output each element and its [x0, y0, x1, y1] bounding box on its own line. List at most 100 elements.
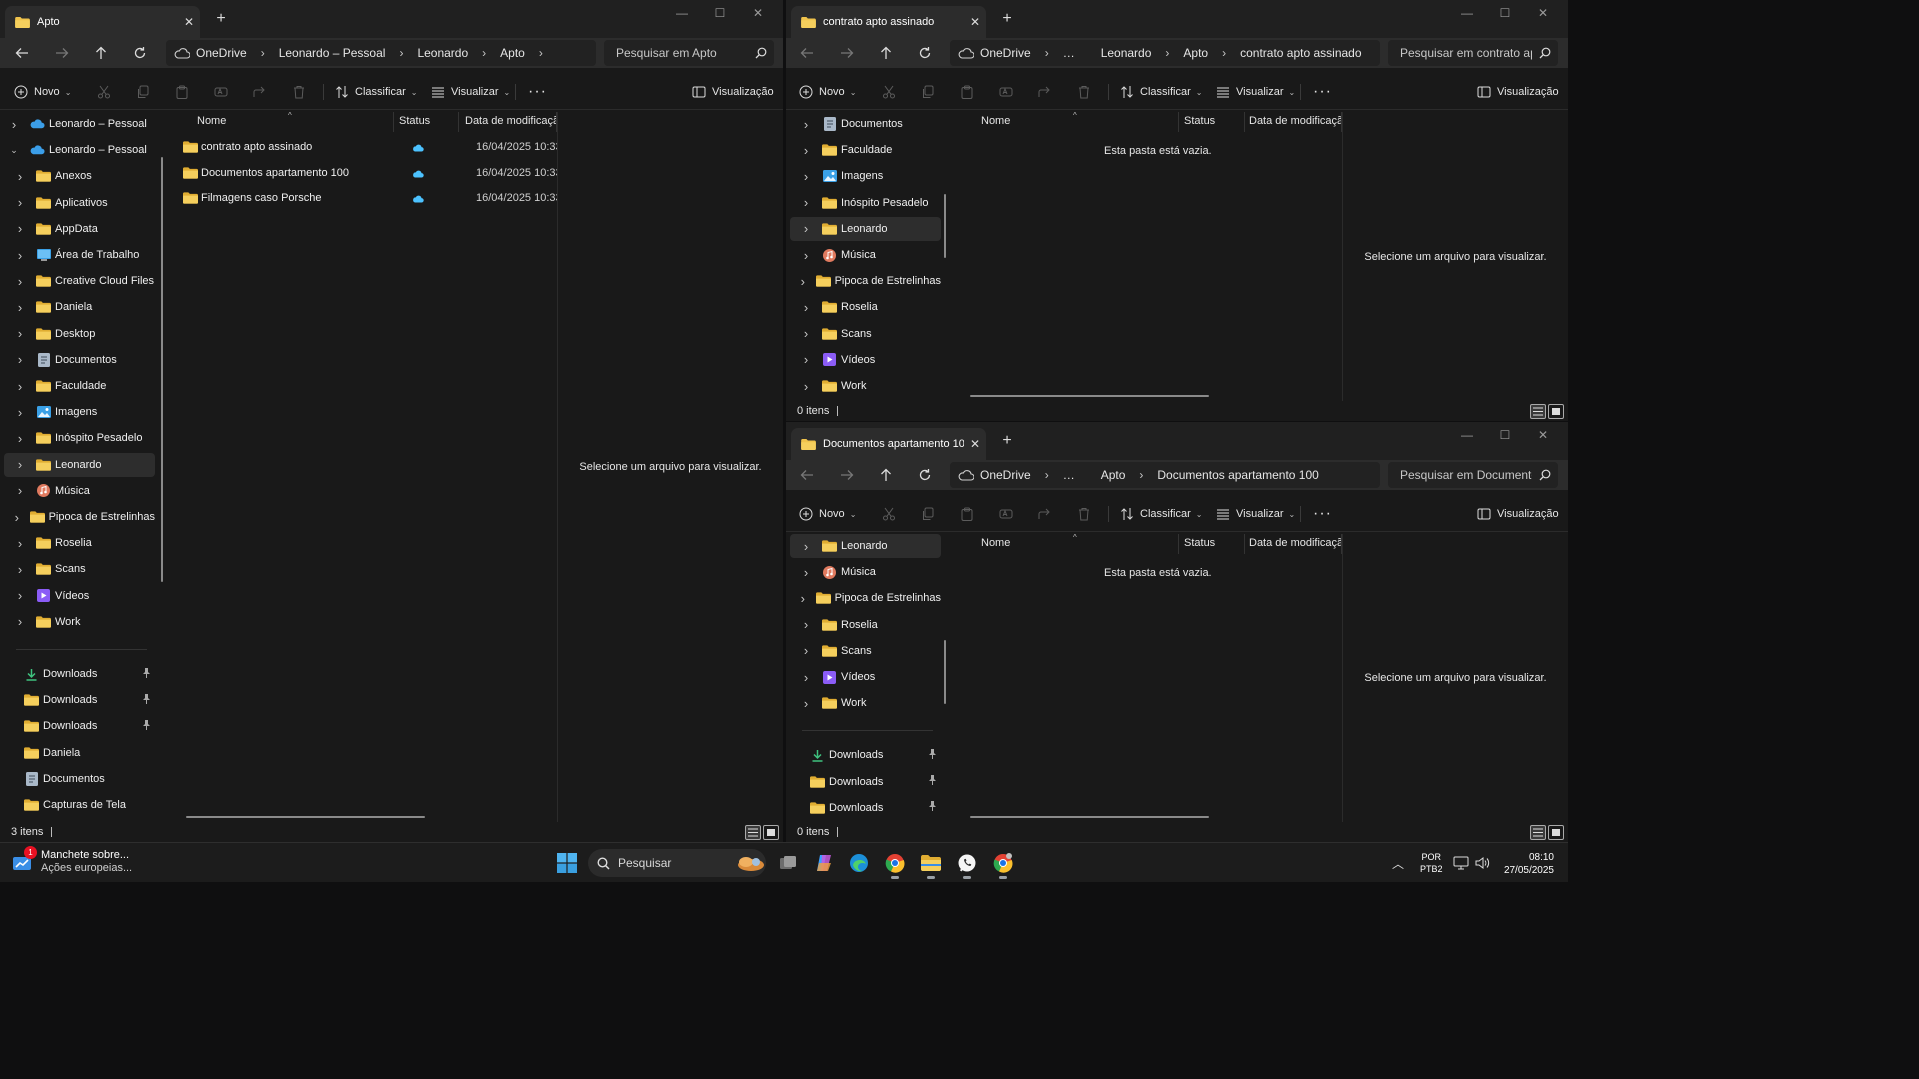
breadcrumb[interactable]: OneDrive › … Leonardo › Apto › contrato apt… — [950, 40, 1380, 66]
breadcrumb-item[interactable]: OneDrive — [980, 468, 1031, 482]
search-input[interactable]: Pesquisar em contrato apto assinado — [1388, 40, 1558, 66]
search-input[interactable]: Pesquisar em Documentos apartamento 100 — [1388, 462, 1558, 488]
copilot-button[interactable] — [811, 851, 837, 875]
chevron-right-icon[interactable]: › — [796, 248, 816, 263]
tab-contrato-apto-assinado[interactable]: contrato apto assinado ✕ — [791, 6, 986, 38]
chevron-right-icon[interactable]: › — [796, 617, 816, 632]
large-icons-view-button[interactable] — [1548, 404, 1564, 419]
nav-item[interactable]: › Inóspito Pesadelo — [4, 426, 155, 450]
nav-item[interactable]: › Vídeos — [790, 348, 941, 372]
news-widget[interactable]: 1 Manchete sobre... Ações europeias... — [12, 846, 132, 875]
chevron-right-icon[interactable]: › — [10, 169, 30, 184]
view-button[interactable]: Visualizar ⌄ — [431, 83, 510, 101]
chevron-right-icon[interactable]: › — [10, 614, 30, 629]
chevron-right-icon[interactable]: › — [796, 591, 810, 606]
pin-icon[interactable] — [142, 719, 151, 733]
breadcrumb-item[interactable]: OneDrive — [196, 46, 247, 60]
horizontal-scrollbar[interactable] — [970, 816, 1209, 818]
delete-button[interactable] — [1077, 83, 1091, 101]
new-button[interactable]: Novo ⌄ — [799, 83, 856, 101]
task-view-button[interactable] — [775, 851, 801, 875]
chevron-right-icon[interactable]: › — [10, 588, 30, 603]
nav-item[interactable]: › Work — [790, 374, 941, 398]
chevron-right-icon[interactable]: › — [796, 300, 816, 315]
breadcrumb-overflow[interactable]: … — [1063, 46, 1075, 60]
preview-pane-button[interactable]: Visualização — [1477, 505, 1559, 523]
nav-item[interactable]: › Área de Trabalho — [4, 243, 155, 267]
nav-item[interactable]: › Scans — [4, 557, 155, 581]
language-indicator[interactable]: POR PTB2 — [1420, 843, 1443, 883]
nav-item[interactable]: › Aplicativos — [4, 191, 155, 215]
pin-icon[interactable] — [928, 801, 937, 814]
chevron-right-icon[interactable]: › — [10, 326, 30, 341]
close-window-button[interactable]: ✕ — [1524, 5, 1562, 21]
nav-item[interactable]: › Scans — [790, 322, 941, 346]
refresh-button[interactable] — [913, 42, 937, 64]
large-icons-view-button[interactable] — [763, 825, 779, 840]
forward-button[interactable] — [50, 42, 74, 64]
quick-access-item[interactable]: Downloads — [790, 743, 941, 767]
chevron-right-icon[interactable]: › — [796, 696, 816, 711]
maximize-button[interactable]: ☐ — [701, 5, 739, 21]
minimize-button[interactable]: — — [663, 5, 701, 21]
nav-item[interactable]: › Música — [790, 243, 941, 267]
breadcrumb-item[interactable]: Documentos apartamento 100 — [1157, 468, 1318, 482]
nav-item[interactable]: › Imagens — [790, 164, 941, 188]
chevron-right-icon[interactable]: › — [482, 46, 486, 60]
nav-item[interactable]: › Leonardo — [790, 216, 941, 241]
cut-button[interactable] — [97, 83, 111, 101]
chevron-right-icon[interactable]: › — [4, 117, 24, 132]
chevron-right-icon[interactable]: › — [539, 46, 543, 60]
quick-access-item[interactable]: Capturas de Tela — [4, 793, 155, 817]
column-header-status[interactable]: Status — [1184, 115, 1215, 127]
chevron-right-icon[interactable]: › — [10, 510, 24, 525]
chevron-right-icon[interactable]: › — [1045, 468, 1049, 482]
share-button[interactable] — [253, 83, 267, 101]
chevron-right-icon[interactable]: › — [10, 221, 30, 236]
breadcrumb-overflow[interactable]: … — [1063, 468, 1075, 482]
tab-apto[interactable]: Apto ✕ — [5, 6, 200, 38]
chevron-right-icon[interactable]: › — [796, 539, 816, 554]
nav-item[interactable]: › Imagens — [4, 400, 155, 424]
column-header-status[interactable]: Status — [399, 115, 430, 127]
chevron-right-icon[interactable]: › — [796, 274, 810, 289]
horizontal-scrollbar[interactable] — [970, 395, 1209, 397]
chevron-right-icon[interactable]: › — [10, 483, 30, 498]
chevron-right-icon[interactable]: › — [10, 274, 30, 289]
new-button[interactable]: Novo ⌄ — [14, 83, 71, 101]
chevron-right-icon[interactable]: › — [1139, 468, 1143, 482]
forward-button[interactable] — [835, 464, 859, 486]
column-header-name[interactable]: Nome — [197, 115, 226, 127]
column-header-date[interactable]: Data de modificação — [1249, 537, 1349, 549]
nav-item[interactable]: › Roselia — [4, 531, 155, 555]
refresh-button[interactable] — [913, 464, 937, 486]
chevron-right-icon[interactable]: › — [10, 352, 30, 367]
quick-access-item[interactable]: Downloads — [4, 714, 155, 738]
nav-item[interactable]: › Work — [790, 691, 941, 715]
nav-item[interactable]: › Creative Cloud Files — [4, 269, 155, 293]
nav-item[interactable]: › Inóspito Pesadelo — [790, 191, 941, 215]
nav-item[interactable]: › Documentos — [4, 348, 155, 372]
breadcrumb-item[interactable]: Leonardo — [1101, 46, 1152, 60]
nav-item[interactable]: › Roselia — [790, 613, 941, 637]
volume-icon[interactable] — [1474, 843, 1490, 883]
up-button[interactable] — [89, 42, 113, 64]
large-icons-view-button[interactable] — [1548, 825, 1564, 840]
vertical-scrollbar[interactable] — [944, 194, 946, 258]
breadcrumb-item[interactable]: Leonardo — [417, 46, 468, 60]
rename-button[interactable] — [999, 83, 1013, 101]
quick-access-item[interactable]: Downloads — [790, 796, 941, 820]
chevron-right-icon[interactable]: › — [261, 46, 265, 60]
quick-access-item[interactable]: Daniela — [4, 741, 155, 765]
rename-button[interactable] — [214, 83, 228, 101]
new-button[interactable]: Novo ⌄ — [799, 505, 856, 523]
chevron-right-icon[interactable]: › — [10, 431, 30, 446]
whatsapp-button[interactable] — [954, 851, 980, 879]
close-tab-icon[interactable]: ✕ — [964, 15, 986, 29]
chevron-right-icon[interactable]: › — [10, 536, 30, 551]
rename-button[interactable] — [999, 505, 1013, 523]
nav-item[interactable]: › Faculdade — [790, 138, 941, 162]
chevron-right-icon[interactable]: › — [796, 326, 816, 341]
chevron-right-icon[interactable]: › — [796, 169, 816, 184]
nav-item[interactable]: › AppData — [4, 217, 155, 241]
